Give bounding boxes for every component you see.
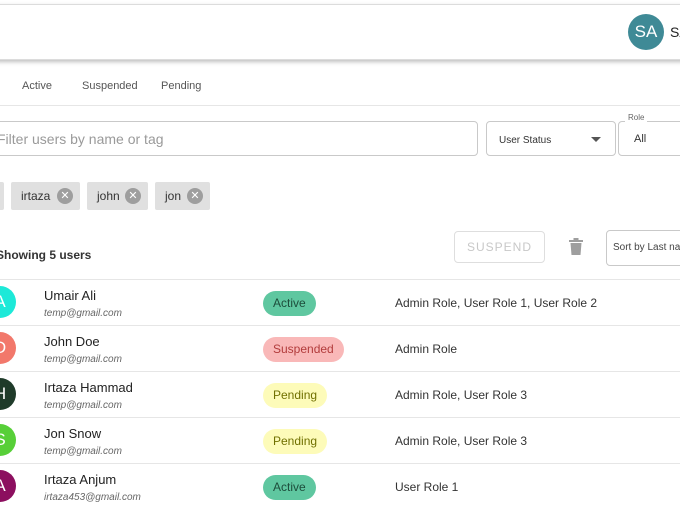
user-email: temp@gmail.com bbox=[44, 446, 122, 457]
avatar[interactable]: SA bbox=[628, 14, 664, 50]
avatar: A bbox=[0, 470, 16, 502]
close-icon[interactable]: ✕ bbox=[57, 188, 73, 204]
user-email: irtaza453@gmail.com bbox=[44, 492, 141, 503]
sort-label: Sort by Last name bbox=[613, 242, 680, 253]
tag-chip[interactable]: john ✕ bbox=[87, 182, 148, 210]
table-row[interactable]: A Irtaza Anjum irtaza453@gmail.com Activ… bbox=[0, 463, 680, 509]
status-badge: Pending bbox=[263, 429, 328, 454]
table-row[interactable]: A Umair Ali temp@gmail.com Active Admin … bbox=[0, 279, 680, 325]
status-badge: Active bbox=[263, 475, 316, 500]
tab-suspended[interactable]: Suspended bbox=[82, 80, 138, 92]
app-bar bbox=[0, 4, 680, 60]
role-select[interactable]: Role All bbox=[618, 113, 680, 156]
close-icon[interactable]: ✕ bbox=[125, 188, 141, 204]
user-table: A Umair Ali temp@gmail.com Active Admin … bbox=[0, 279, 680, 509]
user-status-label: User Status bbox=[499, 135, 552, 146]
chip-label: jon bbox=[165, 189, 182, 203]
status-tabs: Active Suspended Pending bbox=[0, 68, 680, 106]
status-badge: Pending bbox=[263, 383, 328, 408]
user-email: temp@gmail.com bbox=[44, 354, 122, 365]
avatar: A bbox=[0, 286, 16, 318]
tab-pending[interactable]: Pending bbox=[161, 80, 201, 92]
user-roles: User Role 1 bbox=[395, 480, 459, 494]
avatar: D bbox=[0, 332, 16, 364]
user-email: temp@gmail.com bbox=[44, 308, 122, 319]
table-row[interactable]: S Jon Snow temp@gmail.com Pending Admin … bbox=[0, 417, 680, 463]
user-email: temp@gmail.com bbox=[44, 400, 122, 411]
user-roles: Admin Role, User Role 3 bbox=[395, 388, 528, 402]
table-row[interactable]: H Irtaza Hammad temp@gmail.com Pending A… bbox=[0, 371, 680, 417]
user-roles: Admin Role, User Role 3 bbox=[395, 434, 528, 448]
search-field bbox=[0, 121, 478, 156]
user-status-select[interactable]: User Status bbox=[486, 121, 616, 156]
role-legend: Role bbox=[625, 113, 648, 122]
user-name: Umair Ali bbox=[44, 288, 97, 303]
status-badge: Suspended bbox=[263, 337, 344, 362]
avatar: H bbox=[0, 378, 16, 410]
user-name: Jon Snow bbox=[44, 426, 102, 441]
sort-select[interactable]: Sort by Last name bbox=[606, 230, 680, 266]
tag-chip-partial[interactable] bbox=[0, 182, 4, 210]
user-name: Irtaza Hammad bbox=[44, 380, 133, 395]
role-value: All bbox=[634, 133, 647, 145]
user-roles: Admin Role, User Role 1, User Role 2 bbox=[395, 296, 598, 310]
tab-active[interactable]: Active bbox=[22, 80, 52, 92]
close-icon[interactable]: ✕ bbox=[187, 188, 203, 204]
tag-chip[interactable]: jon ✕ bbox=[155, 182, 210, 210]
result-count: Showing 5 users bbox=[0, 248, 92, 262]
chip-label: irtaza bbox=[21, 189, 51, 203]
user-name[interactable]: SA bbox=[670, 24, 680, 40]
avatar: S bbox=[0, 424, 16, 456]
suspend-button[interactable]: SUSPEND bbox=[454, 231, 545, 263]
delete-icon[interactable] bbox=[569, 238, 583, 260]
user-name: Irtaza Anjum bbox=[44, 472, 117, 487]
user-roles: Admin Role bbox=[395, 342, 458, 356]
tag-chip[interactable]: irtaza ✕ bbox=[11, 182, 80, 210]
table-row[interactable]: D John Doe temp@gmail.com Suspended Admi… bbox=[0, 325, 680, 371]
caret-down-icon bbox=[591, 137, 601, 142]
search-input[interactable] bbox=[0, 122, 477, 155]
chip-label: john bbox=[97, 189, 120, 203]
status-badge: Active bbox=[263, 291, 316, 316]
user-name: John Doe bbox=[44, 334, 100, 349]
